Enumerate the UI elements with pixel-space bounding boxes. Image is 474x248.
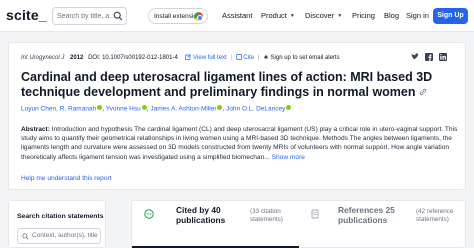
top-navbar: scite_ Install extension! Assistant Prod… — [0, 0, 474, 32]
paper-card: Int Urogynecol J 2012 DOI: 10.1007/s0019… — [8, 42, 466, 190]
sign-up-button[interactable]: Sign Up — [433, 8, 468, 24]
paper-title-text: Cardinal and deep uterosacral ligament l… — [21, 70, 433, 99]
search-input[interactable] — [57, 12, 113, 20]
search-icon — [22, 233, 29, 240]
search-icon[interactable] — [113, 11, 123, 21]
tab-references[interactable]: References 25 publications (42 reference… — [300, 201, 466, 248]
nav-product-label: Product — [261, 11, 287, 20]
abstract-text: Introduction and hypothesis The cardinal… — [21, 126, 458, 161]
cited-by-statements: (33 citation statements) — [250, 208, 283, 223]
facebook-icon[interactable] — [425, 53, 433, 61]
quote-icon — [235, 54, 242, 60]
twitter-icon[interactable] — [411, 53, 419, 61]
citation-tabs: Cited by 40 publications (33 citation st… — [131, 200, 466, 248]
journal-name: Int Urogynecol J — [21, 55, 65, 61]
tab-cited-by[interactable]: Cited by 40 publications (33 citation st… — [132, 201, 299, 248]
search-citations-panel: Search citation statements — [8, 200, 106, 248]
references-count: References 25 publications — [338, 205, 395, 225]
document-icon — [311, 209, 319, 219]
bell-icon — [263, 55, 268, 59]
author-link[interactable]: Yvonne Hsu — [106, 106, 141, 113]
linkedin-icon[interactable] — [439, 53, 447, 61]
chevron-down-icon: ▼ — [337, 13, 343, 19]
chat-bubble-icon — [144, 209, 154, 219]
chevron-down-icon: ▼ — [289, 13, 295, 19]
nav-discover-label: Discover — [305, 11, 335, 20]
install-extension-button[interactable]: Install extension! — [148, 8, 208, 24]
author-link[interactable]: R. Ramanah — [60, 106, 97, 113]
help-understand-link[interactable]: Help me understand this report — [21, 175, 112, 182]
cited-by-count: Cited by 40 publications — [176, 205, 226, 225]
cite-link[interactable]: Cite — [243, 55, 254, 61]
nav-product[interactable]: Product ▼ — [261, 11, 295, 20]
orcid-icon — [286, 105, 292, 110]
nav-pricing[interactable]: Pricing — [352, 11, 375, 20]
citation-search-box[interactable] — [17, 228, 101, 244]
nav-sign-in[interactable]: Sign in — [406, 11, 429, 20]
author-link[interactable]: John O.L. DeLancey — [226, 106, 285, 113]
author-list: Luyun Chen, R. Ramanah, Yvonne Hsu, Jame… — [21, 105, 292, 113]
show-more-link[interactable]: Show more — [272, 154, 305, 161]
email-alert-link[interactable]: Sign up to set email alerts — [271, 55, 340, 61]
view-full-text-link[interactable]: View full text — [193, 55, 227, 61]
paper-meta: Int Urogynecol J 2012 DOI: 10.1007/s0019… — [21, 54, 340, 61]
references-statements: (42 reference statements) — [416, 208, 454, 223]
abstract-label: Abstract: — [21, 126, 50, 133]
search-citations-title: Search citation statements — [17, 213, 104, 220]
share-buttons — [411, 53, 447, 61]
link-icon[interactable] — [419, 88, 427, 96]
publication-year: 2012 — [70, 55, 84, 61]
author-link[interactable]: Luyun Chen — [21, 106, 56, 113]
doi: DOI: 10.1007/s00192-012-1801-4 — [88, 55, 178, 61]
nav-discover[interactable]: Discover ▼ — [305, 11, 342, 20]
author-link[interactable]: James A. Ashton-Miller — [150, 106, 216, 113]
abstract: Abstract: Introduction and hypothesis Th… — [21, 125, 459, 162]
scite-logo[interactable]: scite_ — [6, 7, 47, 23]
nav-blog[interactable]: Blog — [384, 11, 399, 20]
citation-search-input[interactable] — [32, 232, 98, 239]
separator: | — [257, 55, 260, 61]
separator: | — [230, 55, 232, 61]
nav-assistant[interactable]: Assistant — [222, 11, 252, 20]
paper-title: Cardinal and deep uterosacral ligament l… — [21, 70, 451, 100]
chrome-icon — [194, 12, 203, 21]
search-box[interactable] — [52, 7, 127, 25]
external-link-icon — [185, 54, 192, 60]
